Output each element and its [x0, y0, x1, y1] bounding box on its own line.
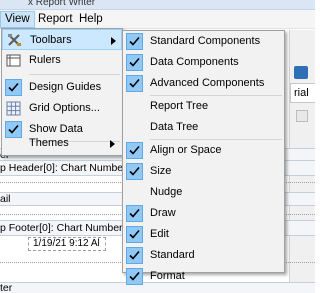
menu-item-label: Align or Space — [150, 144, 222, 156]
menu-report[interactable]: Report — [34, 11, 77, 28]
menu-item-grid-options[interactable]: Grid Options... — [2, 98, 122, 119]
date-field-value: 1/19/21 9:12 Al — [33, 238, 100, 249]
check-icon — [126, 268, 143, 285]
view-menu: Toolbars Rulers Design Guides Grid Optio… — [1, 28, 123, 156]
check-icon — [5, 79, 22, 96]
check-icon — [126, 205, 143, 222]
menu-item-format[interactable]: Format — [123, 266, 284, 287]
save-icon[interactable] — [294, 66, 308, 79]
menu-item-edit[interactable]: Edit — [123, 224, 284, 245]
menu-item-data-tree[interactable]: Data Tree — [123, 117, 284, 138]
pen-icon[interactable] — [296, 110, 308, 122]
font-select[interactable]: rial — [290, 83, 315, 103]
menu-item-label: Grid Options... — [29, 102, 100, 114]
group-footer-label: p Footer[0]: Chart Number — [0, 222, 123, 234]
menu-item-label: Standard Components — [150, 35, 261, 47]
menu-item-label: Toolbars — [30, 34, 72, 46]
toolbars-submenu: Standard Components Data Components Adva… — [122, 30, 285, 285]
toolbars-icon — [6, 32, 23, 49]
menu-bar: View Report Help — [0, 10, 315, 29]
menu-item-standard-components[interactable]: Standard Components — [123, 31, 284, 52]
menu-item-standard[interactable]: Standard — [123, 245, 284, 266]
menu-separator — [29, 74, 120, 75]
footer-band-label: ter — [0, 282, 13, 293]
menu-item-themes[interactable]: Themes — [2, 133, 122, 154]
group-header-label: p Header[0]: Chart Number — [0, 162, 127, 174]
check-icon — [126, 226, 143, 243]
check-icon — [126, 54, 143, 71]
menu-item-report-tree[interactable]: Report Tree — [123, 96, 284, 117]
check-icon — [126, 75, 143, 92]
submenu-arrow-icon — [110, 140, 115, 148]
menu-item-label: Size — [150, 165, 172, 177]
menu-item-label: Design Guides — [29, 81, 102, 93]
menu-item-label: Nudge — [150, 186, 183, 198]
menu-help[interactable]: Help — [75, 11, 107, 28]
menu-item-toolbars[interactable]: Toolbars — [2, 29, 122, 50]
menu-item-rulers[interactable]: Rulers — [2, 50, 122, 71]
check-icon — [126, 247, 143, 264]
menu-item-label: Advanced Components — [150, 77, 265, 89]
rulers-icon — [5, 52, 22, 69]
menu-item-data-components[interactable]: Data Components — [123, 52, 284, 73]
detail-band-label: ail — [0, 193, 11, 205]
check-icon — [126, 142, 143, 159]
menu-item-label: Data Components — [150, 56, 239, 68]
menu-item-label: Standard — [150, 249, 195, 261]
menu-item-label: Draw — [150, 207, 176, 219]
menu-item-design-guides[interactable]: Design Guides — [2, 77, 122, 98]
menu-item-label: Format — [150, 270, 185, 282]
window-title: x Report Writer — [28, 0, 96, 8]
check-icon — [126, 33, 143, 50]
font-select-value: rial — [294, 87, 309, 99]
menu-item-align-or-space[interactable]: Align or Space — [123, 140, 284, 161]
menu-item-nudge[interactable]: Nudge — [123, 182, 284, 203]
menu-item-label: Edit — [150, 228, 169, 240]
submenu-arrow-icon — [111, 37, 116, 45]
check-icon — [126, 163, 143, 180]
menu-item-size[interactable]: Size — [123, 161, 284, 182]
date-field[interactable]: 1/19/21 9:12 Al — [28, 237, 106, 251]
menu-item-label: Data Tree — [150, 121, 199, 133]
menu-item-label: Report Tree — [150, 100, 209, 112]
menu-item-advanced-components[interactable]: Advanced Components — [123, 73, 284, 94]
title-bar: x Report Writer — [0, 0, 315, 10]
menu-view[interactable]: View — [0, 11, 35, 28]
grid-icon — [5, 100, 22, 117]
report-writer-window: x Report Writer View Report Help rial er… — [0, 0, 315, 293]
menu-item-label: Themes — [29, 137, 69, 149]
menu-item-draw[interactable]: Draw — [123, 203, 284, 224]
menu-item-label: Rulers — [29, 54, 61, 66]
